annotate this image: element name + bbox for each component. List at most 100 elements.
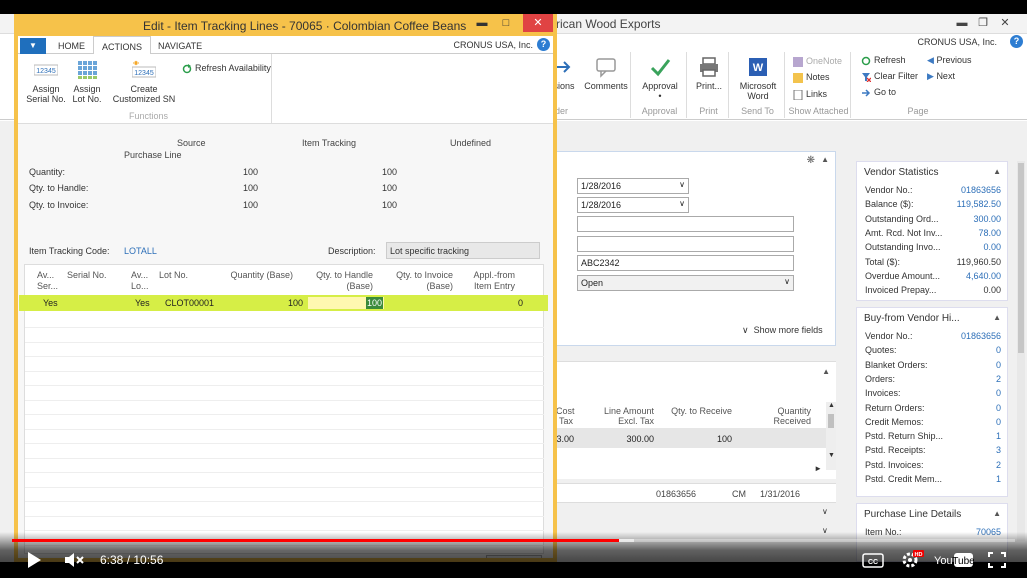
factbox-row-value[interactable]: 119,582.50 [957,199,1001,209]
text-field-3[interactable] [577,216,794,232]
collapse-icon[interactable]: ▲ [821,155,829,164]
print-button[interactable]: Print... [691,56,727,91]
factbox-scrollbar[interactable] [1017,161,1025,541]
col-header-qty-to-invoice[interactable]: Qty. to Invoice (Base) [383,270,453,292]
help-icon[interactable]: ? [1010,35,1023,48]
factbox-row-value[interactable]: 4,640.00 [966,271,1001,281]
factbox-row-value[interactable]: 0 [996,360,1001,370]
chevron-down-icon[interactable]: ∨ [679,199,685,208]
show-more-fields-link[interactable]: ∨ Show more fields [742,325,823,336]
factbox-row-value[interactable]: 0 [996,345,1001,355]
previous-button[interactable]: ◀ Previous [927,55,971,66]
cell-appl-from-item-entry[interactable]: 0 [479,298,523,308]
assign-serial-no-button[interactable]: 12345 Assign Serial No. [26,60,66,104]
notes-button[interactable]: Notes [793,72,830,83]
col-header-serial-no[interactable]: Serial No. [67,270,107,281]
factbox-row-value[interactable]: 300.00 [973,214,1001,224]
maximize-icon[interactable]: □ [495,14,517,32]
status-field[interactable]: Open ∨ [577,275,794,291]
close-icon[interactable]: ✕ [523,14,553,32]
links-button[interactable]: Links [793,89,827,100]
posting-date-field[interactable]: 1/28/2016 ∨ [577,197,689,213]
table-row[interactable]: 3.00 300.00 100 [556,428,826,448]
factbox-row-value[interactable]: 3 [996,445,1001,455]
factbox-row-value[interactable]: 78.00 [978,228,1001,238]
volume-muted-icon[interactable] [64,552,86,568]
help-icon[interactable]: ? [537,38,550,51]
refresh-button[interactable]: Refresh [861,55,906,66]
clear-filter-button[interactable]: Clear Filter [861,71,918,82]
col-header-quantity-received[interactable]: Quantity Received [761,406,811,426]
company-name[interactable]: CRONUS USA, Inc. [453,40,533,50]
document-date-field[interactable]: 1/28/2016 ∨ [577,178,689,194]
col-header-line-amount[interactable]: Line Amount Excl. Tax [586,406,654,426]
assign-lot-no-button[interactable]: Assign Lot No. [70,60,104,104]
go-to-button[interactable]: Go to [861,87,896,98]
factbox-row-value[interactable]: 1 [996,474,1001,484]
scroll-right-icon[interactable]: ► [814,464,822,473]
factbox-row-value[interactable]: 0.00 [983,242,1001,252]
factbox-row-label: Pstd. Credit Mem... [865,474,943,484]
next-button[interactable]: ▶ Next [927,71,955,82]
microsoft-word-button[interactable]: W Microsoft Word [735,56,781,101]
text-field-4[interactable] [577,236,794,252]
col-header-qty-to-receive[interactable]: Qty. to Receive [664,406,732,416]
tab-actions[interactable]: ACTIONS [93,36,152,55]
cell-quantity-base[interactable]: 100 [259,298,303,308]
factbox-row-value[interactable]: 1 [996,431,1001,441]
qty-to-handle-input[interactable]: 100 [308,297,384,309]
lines-scrollbar[interactable]: ▲ ▼ [826,402,836,470]
company-name[interactable]: CRONUS USA, Inc. [917,37,997,47]
settings-gear-icon[interactable]: HD [900,549,924,569]
col-header-quantity-base[interactable]: Quantity (Base) [219,270,293,281]
col-header-avail-serial[interactable]: Av... Ser... [37,270,59,292]
captions-icon[interactable]: CC [862,553,884,568]
scroll-up-icon[interactable]: ▲ [828,402,835,409]
factbox-row-value[interactable]: 2 [996,460,1001,470]
scroll-down-icon[interactable]: ▼ [828,452,835,459]
factbox-row-value[interactable]: 01863656 [961,185,1001,195]
create-customized-sn-button[interactable]: 12345 Create Customized SN [112,60,176,104]
col-header-qty-to-handle[interactable]: Qty. to Handle (Base) [305,270,373,292]
refresh-availability-button[interactable]: Refresh Availability [182,63,271,74]
col-header-appl-from-item-entry[interactable]: Appl.-from Item Entry [461,270,515,292]
item-tracking-code-link[interactable]: LOTALL [124,246,157,256]
minimize-icon[interactable]: ▬ [471,14,493,32]
play-icon[interactable] [26,551,42,569]
chevron-down-icon[interactable]: ∨ [784,277,790,286]
restore-icon[interactable]: ❐ [972,14,994,32]
collapse-icon[interactable]: ▲ [993,509,1001,518]
vendor-invoice-field[interactable]: ABC2342 [577,255,794,271]
factbox-row-value[interactable]: 2 [996,374,1001,384]
application-menu-button[interactable]: ▼ [20,38,46,54]
minimize-icon[interactable]: ▬ [951,14,973,32]
col-header-lot-no[interactable]: Lot No. [159,270,188,281]
tab-home[interactable]: HOME [50,36,93,55]
page-settings-icon[interactable]: ❋ [807,155,815,166]
factbox-row-value[interactable]: 0 [996,388,1001,398]
scroll-thumb[interactable] [1018,163,1024,353]
factbox-row-value[interactable]: 01863656 [961,331,1001,341]
lines-collapse-icon[interactable]: ▲ [822,367,830,376]
onenote-button[interactable]: OneNote [793,56,842,67]
comments-button[interactable]: Comments [583,56,629,91]
description-field[interactable]: Lot specific tracking [386,242,540,259]
collapse-icon[interactable]: ▲ [993,313,1001,322]
progress-bar[interactable] [12,539,1015,542]
collapse-icon[interactable]: ▲ [993,167,1001,176]
col-header-avail-lot[interactable]: Av... Lo... [131,270,153,292]
close-icon[interactable]: ✕ [994,14,1016,32]
fullscreen-icon[interactable] [988,552,1006,568]
factbox-row-value[interactable]: 0 [996,417,1001,427]
tab-navigate[interactable]: NAVIGATE [150,36,210,55]
approval-button[interactable]: Approval • [637,56,683,101]
col-header-cost-tax[interactable]: Cost Tax [556,406,575,426]
chevron-down-icon[interactable]: ∨ [679,180,685,189]
table-row[interactable]: Yes Yes CLOT00001 100 100 0 [19,295,548,311]
factbox-row-value[interactable]: 0 [996,403,1001,413]
cell-lot-no[interactable]: CLOT00001 [165,298,214,308]
youtube-logo-icon[interactable]: You Tube [934,552,974,568]
scroll-thumb[interactable] [828,414,834,428]
dialog-titlebar[interactable]: Edit - Item Tracking Lines - 70065 · Col… [18,14,553,36]
chevron-down-icon[interactable]: ∨ [822,507,828,516]
